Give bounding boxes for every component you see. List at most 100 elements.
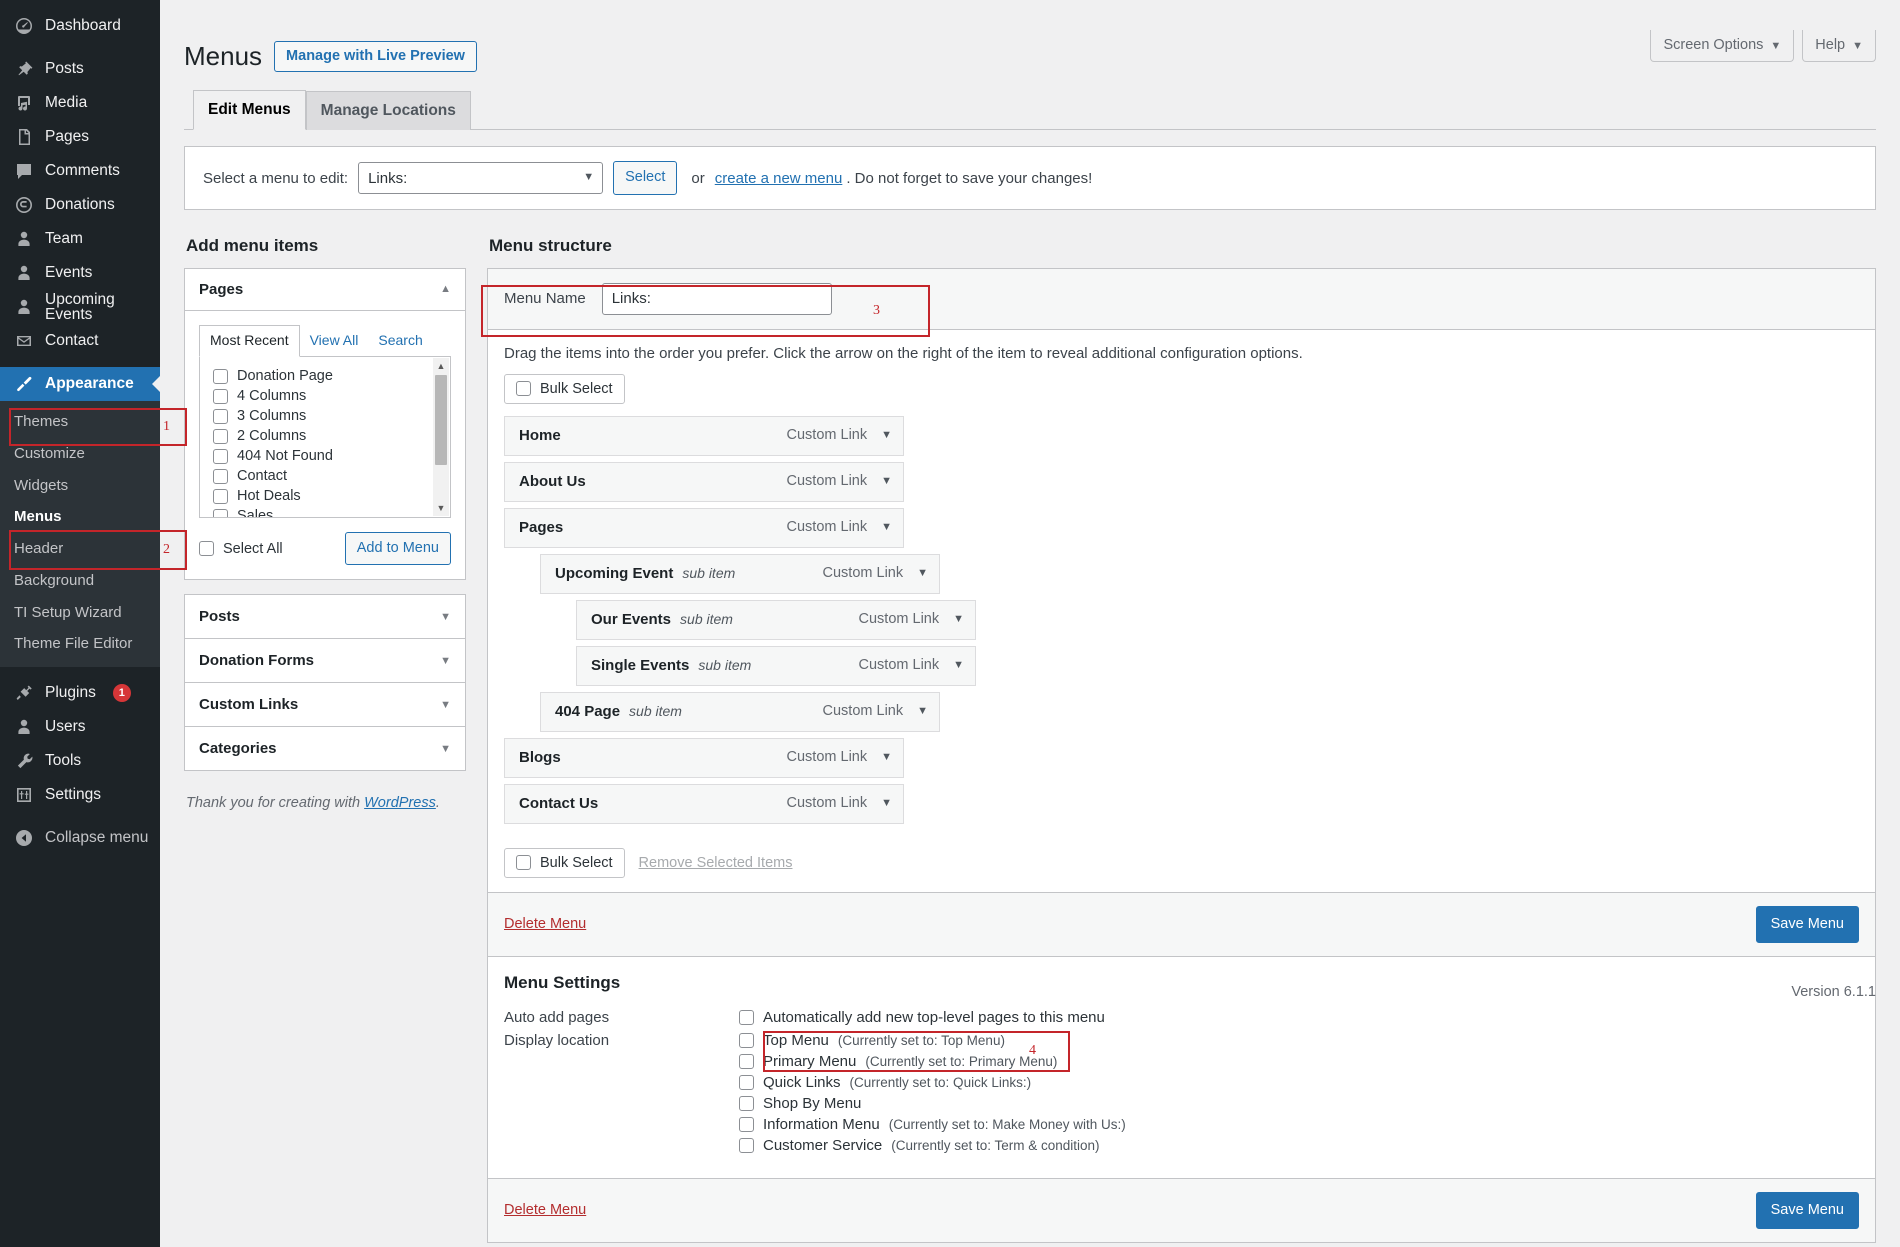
sidebar-item-contact[interactable]: Contact: [0, 324, 160, 358]
chevron-down-icon[interactable]: ▼: [881, 751, 892, 763]
sidebar-item-events[interactable]: Events: [0, 256, 160, 290]
create-new-menu-link[interactable]: create a new menu: [715, 170, 843, 187]
menu-name-input[interactable]: [601, 282, 832, 315]
sidebar-item-comments[interactable]: Comments: [0, 154, 160, 188]
list-item[interactable]: 3 Columns: [200, 406, 450, 426]
add-to-menu-button[interactable]: Add to Menu: [344, 532, 451, 566]
sidebar-item-posts[interactable]: Posts: [0, 52, 160, 86]
menu-item-row[interactable]: 404 Page sub item Custom Link ▼: [540, 691, 940, 732]
scroll-down-icon[interactable]: ▼: [433, 500, 449, 516]
sidebar-item-team[interactable]: Team: [0, 222, 160, 256]
submenu-item-background[interactable]: Background: [0, 565, 160, 597]
chevron-down-icon[interactable]: ▼: [881, 475, 892, 487]
location-quick-links[interactable]: Quick Links (Currently set to: Quick Lin…: [739, 1072, 1859, 1093]
sidebar-item-tools[interactable]: Tools: [0, 744, 160, 778]
location-primary-menu[interactable]: Primary Menu (Currently set to: Primary …: [739, 1051, 1859, 1072]
menu-item-row[interactable]: Upcoming Event sub item Custom Link ▼: [540, 553, 940, 594]
collapse-menu-button[interactable]: Collapse menu: [0, 821, 160, 855]
location-checkbox[interactable]: [739, 1053, 754, 1069]
location-top-menu[interactable]: Top Menu (Currently set to: Top Menu): [739, 1030, 1859, 1051]
help-button[interactable]: Help ▼: [1802, 30, 1876, 63]
list-item[interactable]: 404 Not Found: [200, 446, 450, 466]
donation-forms-accordion-panel[interactable]: Donation Forms ▼: [184, 639, 466, 684]
chevron-down-icon[interactable]: ▼: [953, 659, 964, 671]
submenu-item-menus[interactable]: Menus: [0, 501, 160, 533]
chevron-down-icon[interactable]: ▼: [953, 613, 964, 625]
sidebar-item-appearance[interactable]: Appearance: [0, 367, 160, 401]
pages-list-scrollbar[interactable]: ▲ ▼: [433, 358, 449, 517]
chevron-down-icon[interactable]: ▼: [881, 797, 892, 809]
menu-item-row[interactable]: Blogs Custom Link ▼: [504, 737, 904, 778]
list-item[interactable]: 4 Columns: [200, 386, 450, 406]
tab-most-recent[interactable]: Most Recent: [199, 324, 300, 358]
wordpress-link[interactable]: WordPress: [364, 795, 436, 811]
location-checkbox[interactable]: [739, 1095, 754, 1111]
submenu-item-customize[interactable]: Customize: [0, 438, 160, 470]
location-checkbox[interactable]: [739, 1074, 754, 1090]
page-checkbox[interactable]: [213, 508, 228, 518]
auto-add-pages-control[interactable]: Automatically add new top-level pages to…: [739, 1007, 1859, 1028]
custom-links-accordion-panel[interactable]: Custom Links ▼: [184, 683, 466, 728]
list-item[interactable]: Hot Deals: [200, 486, 450, 506]
page-checkbox[interactable]: [213, 428, 228, 444]
location-information-menu[interactable]: Information Menu (Currently set to: Make…: [739, 1114, 1859, 1135]
list-item[interactable]: Sales: [200, 506, 450, 518]
screen-options-button[interactable]: Screen Options ▼: [1650, 30, 1795, 63]
menu-item-row[interactable]: About Us Custom Link ▼: [504, 461, 904, 502]
bulk-select-checkbox[interactable]: [516, 855, 531, 871]
location-customer-service[interactable]: Customer Service (Currently set to: Term…: [739, 1135, 1859, 1156]
menu-item-row[interactable]: Single Events sub item Custom Link ▼: [576, 645, 976, 686]
list-item[interactable]: 2 Columns: [200, 426, 450, 446]
submenu-item-themes[interactable]: Themes: [0, 406, 160, 438]
submenu-item-header[interactable]: Header: [0, 533, 160, 565]
bulk-select-top[interactable]: Bulk Select: [504, 373, 625, 404]
page-checkbox[interactable]: [213, 408, 228, 424]
categories-accordion-panel[interactable]: Categories ▼: [184, 727, 466, 772]
list-item[interactable]: Donation Page: [200, 366, 450, 386]
menu-item-row[interactable]: Home Custom Link ▼: [504, 415, 904, 456]
location-checkbox[interactable]: [739, 1116, 754, 1132]
menu-item-row[interactable]: Our Events sub item Custom Link ▼: [576, 599, 976, 640]
list-item[interactable]: Contact: [200, 466, 450, 486]
menu-select-dropdown[interactable]: Links:: [358, 162, 604, 195]
chevron-down-icon[interactable]: ▼: [917, 567, 928, 579]
submenu-item-widgets[interactable]: Widgets: [0, 470, 160, 502]
select-all-control[interactable]: Select All: [199, 541, 283, 557]
page-checkbox[interactable]: [213, 448, 228, 464]
tab-search[interactable]: Search: [368, 326, 432, 357]
sidebar-item-settings[interactable]: Settings: [0, 778, 160, 812]
chevron-down-icon[interactable]: ▼: [881, 521, 892, 533]
posts-accordion-panel[interactable]: Posts ▼: [184, 594, 466, 640]
bulk-select-bottom[interactable]: Bulk Select: [504, 847, 625, 878]
delete-menu-link[interactable]: Delete Menu: [504, 1202, 586, 1218]
sidebar-item-donations[interactable]: Donations: [0, 188, 160, 222]
select-menu-button[interactable]: Select: [613, 161, 678, 195]
sidebar-item-media[interactable]: Media: [0, 86, 160, 120]
scrollbar-thumb[interactable]: [435, 375, 447, 466]
pages-panel-header[interactable]: Pages ▲: [185, 269, 465, 311]
select-all-checkbox[interactable]: [199, 541, 214, 557]
tab-view-all[interactable]: View All: [300, 326, 369, 357]
save-menu-button[interactable]: Save Menu: [1755, 905, 1859, 943]
menu-item-row[interactable]: Pages Custom Link ▼: [504, 507, 904, 548]
save-menu-button[interactable]: Save Menu: [1755, 1191, 1859, 1230]
sidebar-item-dashboard[interactable]: Dashboard: [0, 9, 160, 43]
scroll-up-icon[interactable]: ▲: [433, 358, 449, 374]
sidebar-item-plugins[interactable]: Plugins 1: [0, 676, 160, 710]
sidebar-item-users[interactable]: Users: [0, 710, 160, 744]
sidebar-item-upcoming-events[interactable]: Upcoming Events: [0, 290, 160, 324]
submenu-item-theme-file-editor[interactable]: Theme File Editor: [0, 628, 160, 660]
bulk-select-checkbox[interactable]: [516, 381, 531, 397]
page-checkbox[interactable]: [213, 388, 228, 404]
manage-with-live-preview-button[interactable]: Manage with Live Preview: [274, 41, 477, 73]
page-checkbox[interactable]: [213, 488, 228, 504]
tab-manage-locations[interactable]: Manage Locations: [305, 90, 471, 131]
delete-menu-link[interactable]: Delete Menu: [504, 916, 586, 932]
page-checkbox[interactable]: [213, 368, 228, 384]
pages-checkbox-list[interactable]: Donation Page 4 Columns 3 Columns 2 Colu…: [199, 356, 451, 519]
location-checkbox[interactable]: [739, 1137, 754, 1153]
tab-edit-menus[interactable]: Edit Menus: [193, 89, 306, 131]
page-checkbox[interactable]: [213, 468, 228, 484]
submenu-item-ti-setup-wizard[interactable]: TI Setup Wizard: [0, 597, 160, 629]
chevron-down-icon[interactable]: ▼: [917, 705, 928, 717]
